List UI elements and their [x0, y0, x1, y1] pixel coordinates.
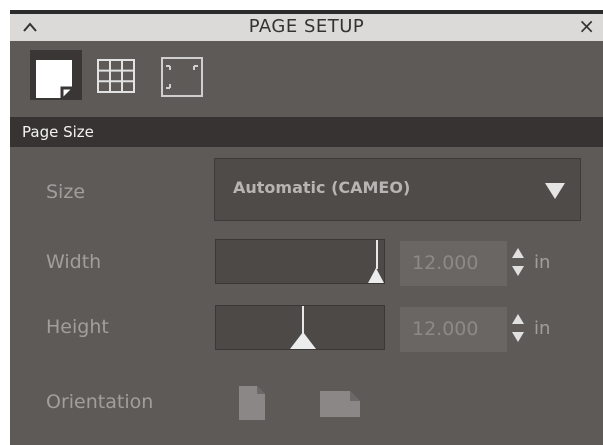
- tab-margins[interactable]: [160, 50, 212, 100]
- title-bar: PAGE SETUP ×: [10, 10, 603, 41]
- panel-title: PAGE SETUP: [248, 16, 365, 37]
- size-label: Size: [46, 181, 86, 203]
- grid-icon: [97, 59, 135, 93]
- page-icon: [36, 60, 72, 98]
- close-button[interactable]: ×: [578, 14, 595, 38]
- size-dropdown-value: Automatic (CAMEO): [233, 178, 411, 197]
- height-slider-thumb[interactable]: [290, 332, 316, 349]
- height-input[interactable]: 12.000: [400, 307, 507, 352]
- width-slider-thumb[interactable]: [368, 268, 384, 283]
- dropdown-arrow-icon: [545, 183, 565, 199]
- tab-bar: [10, 41, 603, 117]
- landscape-page-icon: [320, 391, 360, 417]
- width-label: Width: [46, 251, 102, 273]
- width-unit: in: [534, 252, 551, 273]
- tab-grid[interactable]: [94, 50, 146, 100]
- width-stepper[interactable]: [512, 248, 524, 278]
- corners-icon: [161, 57, 203, 97]
- stepper-arrows-icon: [512, 314, 524, 342]
- tab-page[interactable]: [30, 50, 82, 100]
- size-dropdown[interactable]: Automatic (CAMEO): [214, 158, 581, 221]
- height-unit: in: [534, 318, 551, 339]
- portrait-button[interactable]: [237, 385, 267, 425]
- portrait-page-icon: [239, 386, 265, 420]
- width-slider-thumb-line: [376, 240, 378, 269]
- width-slider[interactable]: [215, 239, 385, 284]
- height-slider-thumb-line: [302, 306, 304, 335]
- height-stepper[interactable]: [512, 314, 524, 344]
- landscape-button[interactable]: [318, 389, 364, 423]
- orientation-label: Orientation: [46, 391, 154, 413]
- stepper-arrows-icon: [512, 248, 524, 276]
- close-icon: ×: [578, 14, 595, 38]
- height-label: Height: [46, 316, 109, 338]
- height-slider[interactable]: [215, 305, 385, 350]
- width-input[interactable]: 12.000: [400, 241, 507, 286]
- section-header-page-size: Page Size: [10, 117, 603, 147]
